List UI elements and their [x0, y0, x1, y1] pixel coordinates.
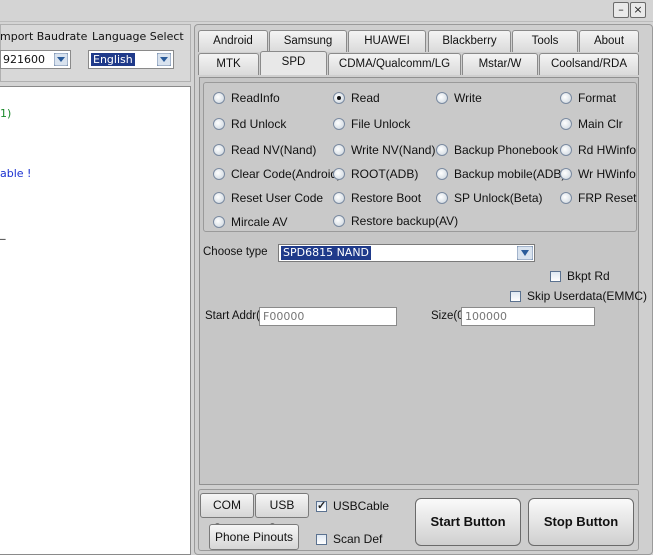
dropdown-arrow-icon[interactable] — [157, 53, 171, 66]
radio-sp-unlock-beta[interactable]: SP Unlock(Beta) — [436, 191, 542, 205]
baudrate-select[interactable]: 921600 — [0, 50, 71, 69]
radio-icon — [333, 118, 345, 130]
radio-read-nv-nand[interactable]: Read NV(Nand) — [213, 143, 316, 157]
radio-backup-mobile-adb[interactable]: Backup mobile(ADB) — [436, 167, 565, 181]
size-label: Size(0 — [431, 310, 464, 322]
stop-button[interactable]: Stop Button — [528, 498, 634, 546]
choose-type-label: Choose type — [203, 246, 268, 258]
checkbox-checked-icon — [316, 499, 327, 512]
minimize-button[interactable]: – — [613, 2, 629, 18]
radio-icon — [560, 144, 572, 156]
radio-icon — [333, 192, 345, 204]
baudrate-label: mport Baudrate — [0, 30, 88, 43]
radio-icon — [436, 192, 448, 204]
usb-scan-button[interactable]: USB Scan — [255, 493, 309, 535]
radio-icon — [560, 92, 572, 104]
radio-write[interactable]: Write — [436, 91, 482, 105]
radio-wr-hwinfo[interactable]: Wr HWinfo — [560, 167, 636, 181]
radio-file-unlock[interactable]: File Unlock — [333, 117, 410, 131]
radio-icon — [213, 144, 225, 156]
language-label: Language Select — [92, 30, 184, 43]
start-addr-label: Start Addr(0 — [205, 310, 267, 322]
tab-blackberry[interactable]: Blackberry — [428, 30, 511, 52]
choose-type-value: SPD6815 NAND — [281, 246, 372, 260]
radio-icon — [333, 215, 345, 227]
radio-write-nv-nand[interactable]: Write NV(Nand) — [333, 143, 435, 157]
radio-restore-boot[interactable]: Restore Boot — [333, 191, 421, 205]
tab-mtk[interactable]: MTK — [198, 53, 259, 75]
radio-icon — [333, 144, 345, 156]
tab-spd[interactable]: SPD — [260, 51, 327, 75]
radio-icon — [436, 92, 448, 104]
radio-icon — [560, 118, 572, 130]
radio-clear-code-android[interactable]: Clear Code(Android) — [213, 167, 341, 181]
radio-icon — [560, 192, 572, 204]
start-addr-input[interactable]: F00000 — [259, 307, 397, 326]
radio-rd-unlock[interactable]: Rd Unlock — [213, 117, 286, 131]
com-scan-button[interactable]: COM Scan — [200, 493, 254, 535]
tab-android[interactable]: Android — [198, 30, 268, 52]
language-select[interactable]: English — [88, 50, 174, 69]
log-line: _ — [0, 227, 6, 240]
radio-reset-user-code[interactable]: Reset User Code — [213, 191, 323, 205]
start-button[interactable]: Start Button — [415, 498, 521, 546]
tab-mstar-w[interactable]: Mstar/W — [462, 53, 538, 75]
radio-icon — [213, 118, 225, 130]
checkbox-icon — [510, 290, 521, 302]
radio-icon — [213, 168, 225, 180]
tab-huawei[interactable]: HUAWEI — [348, 30, 426, 52]
radio-icon — [436, 144, 448, 156]
radio-icon — [213, 192, 225, 204]
checkbox-icon — [316, 533, 327, 545]
radio-main-clr[interactable]: Main Clr — [560, 117, 623, 131]
baudrate-value: 921600 — [3, 53, 45, 66]
tab-about[interactable]: About — [579, 30, 639, 52]
radio-icon — [333, 168, 345, 180]
log-line: 1) — [0, 107, 12, 120]
radio-icon — [213, 216, 225, 228]
radio-mircale-av[interactable]: Mircale AV — [213, 215, 287, 229]
size-input[interactable]: 100000 — [461, 307, 595, 326]
choose-type-select[interactable]: SPD6815 NAND — [278, 244, 535, 262]
radio-rd-hwinfo[interactable]: Rd HWinfo — [560, 143, 636, 157]
radio-selected-icon — [333, 92, 345, 104]
tab-samsung[interactable]: Samsung — [269, 30, 347, 52]
radio-format[interactable]: Format — [560, 91, 616, 105]
checkbox-icon — [550, 270, 561, 282]
radio-readinfo[interactable]: ReadInfo — [213, 91, 280, 105]
radio-root-adb[interactable]: ROOT(ADB) — [333, 167, 418, 181]
close-button[interactable]: × — [630, 2, 646, 18]
radio-frp-reset[interactable]: FRP Reset — [560, 191, 636, 205]
usb-cable-checkbox[interactable]: USBCable — [316, 499, 389, 513]
tab-coolsand-rda[interactable]: Coolsand/RDA — [539, 53, 639, 75]
dropdown-arrow-icon[interactable] — [54, 53, 68, 66]
log-line: able ! — [0, 167, 32, 180]
radio-read[interactable]: Read — [333, 91, 380, 105]
radio-icon — [213, 92, 225, 104]
language-value: English — [91, 53, 135, 66]
radio-restore-backup-av[interactable]: Restore backup(AV) — [333, 214, 458, 228]
phone-pinouts-button[interactable]: Phone Pinouts — [209, 524, 299, 550]
radio-backup-phonebook[interactable]: Backup Phonebook — [436, 143, 558, 157]
dropdown-arrow-icon[interactable] — [517, 246, 533, 260]
title-bar: – × — [0, 0, 653, 22]
bkpt-rd-checkbox[interactable]: Bkpt Rd — [550, 269, 610, 283]
tab-tools[interactable]: Tools — [512, 30, 578, 52]
radio-icon — [560, 168, 572, 180]
scan-def-checkbox[interactable]: Scan Def — [316, 532, 382, 546]
log-panel[interactable]: 1) able ! _ — [0, 86, 191, 555]
radio-icon — [436, 168, 448, 180]
tab-cdma-qualcomm-lg[interactable]: CDMA/Qualcomm/LG — [328, 53, 461, 75]
skip-userdata-checkbox[interactable]: Skip Userdata(EMMC) — [510, 289, 647, 303]
